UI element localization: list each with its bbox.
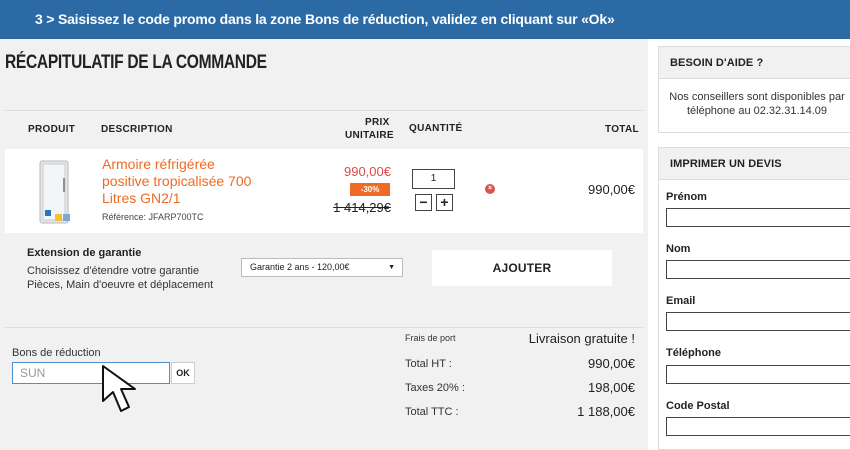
discount-badge: -30% bbox=[350, 183, 390, 196]
add-warranty-button[interactable]: AJOUTER bbox=[432, 250, 612, 286]
row-total: 990,00€ bbox=[588, 182, 635, 197]
instruction-banner: 3 > Saisissez le code promo dans la zone… bbox=[0, 0, 850, 39]
warranty-section: Extension de garantie Choisissez d'étend… bbox=[5, 234, 643, 328]
coupon-label: Bons de réduction bbox=[12, 347, 101, 359]
shipping-value: Livraison gratuite ! bbox=[528, 331, 635, 346]
remove-icon[interactable]: × bbox=[485, 184, 495, 194]
first-name-field[interactable] bbox=[666, 208, 850, 227]
arrow-cursor-icon bbox=[102, 365, 136, 412]
help-title: BESOIN D'AIDE ? bbox=[659, 47, 850, 79]
header-unit-price-line2: UNITAIRE bbox=[345, 130, 394, 141]
header-unit-price-line1: PRIX bbox=[365, 117, 390, 128]
header-quantity: QUANTITÉ bbox=[409, 123, 463, 134]
unit-price-discounted: 990,00€ bbox=[344, 164, 391, 179]
total-ht-label: Total HT : bbox=[405, 358, 452, 370]
phone-label: Téléphone bbox=[666, 347, 722, 359]
first-name-label: Prénom bbox=[666, 191, 707, 203]
page-title: RÉCAPITULATIF DE LA COMMANDE bbox=[5, 52, 267, 73]
quote-title: IMPRIMER UN DEVIS bbox=[659, 148, 850, 180]
table-header: PRODUIT DESCRIPTION PRIX UNITAIRE QUANTI… bbox=[5, 110, 643, 148]
product-reference: Référence: JFARP700TC bbox=[102, 212, 204, 222]
chevron-down-icon: ▼ bbox=[388, 264, 395, 271]
tax-value: 198,00€ bbox=[588, 380, 635, 395]
tax-label: Taxes 20% : bbox=[405, 382, 465, 394]
last-name-label: Nom bbox=[666, 243, 691, 255]
quantity-decrease-button[interactable]: − bbox=[415, 194, 432, 211]
product-name-link[interactable]: Armoire réfrigérée positive tropicalisée… bbox=[102, 156, 252, 207]
header-total: TOTAL bbox=[605, 124, 639, 135]
quantity-increase-button[interactable]: + bbox=[436, 194, 453, 211]
warranty-selected-value: Garantie 2 ans - 120,00€ bbox=[250, 262, 350, 272]
help-text: Nos conseillers sont disponibles par tél… bbox=[669, 91, 845, 117]
email-label: Email bbox=[666, 295, 696, 307]
cart-item-row: Armoire réfrigérée positive tropicalisée… bbox=[5, 149, 643, 233]
coupon-ok-button[interactable]: OK bbox=[171, 362, 195, 384]
last-name-field[interactable] bbox=[666, 260, 850, 279]
shipping-label: Frais de port bbox=[405, 333, 456, 343]
unit-price-original: 1 414,29€ bbox=[333, 200, 391, 215]
refrigerator-icon bbox=[39, 160, 70, 224]
warranty-title: Extension de garantie bbox=[27, 247, 142, 259]
warranty-description: Choisissez d'étendre votre garantie Pièc… bbox=[27, 265, 214, 291]
total-ht-value: 990,00€ bbox=[588, 356, 635, 371]
header-description: DESCRIPTION bbox=[101, 124, 173, 135]
header-product: PRODUIT bbox=[28, 124, 76, 135]
total-ttc-value: 1 188,00€ bbox=[577, 404, 635, 419]
help-panel: BESOIN D'AIDE ? Nos conseillers sont dis… bbox=[658, 46, 850, 133]
total-ttc-label: Total TTC : bbox=[405, 406, 459, 418]
postal-code-label: Code Postal bbox=[666, 400, 730, 412]
postal-code-field[interactable] bbox=[666, 417, 850, 436]
quantity-input[interactable]: 1 bbox=[412, 169, 455, 189]
phone-field[interactable] bbox=[666, 365, 850, 384]
warranty-select[interactable]: Garantie 2 ans - 120,00€ ▼ bbox=[241, 258, 403, 277]
email-field[interactable] bbox=[666, 312, 850, 331]
quote-form-panel: IMPRIMER UN DEVIS Prénom Nom Email Télép… bbox=[658, 147, 850, 450]
